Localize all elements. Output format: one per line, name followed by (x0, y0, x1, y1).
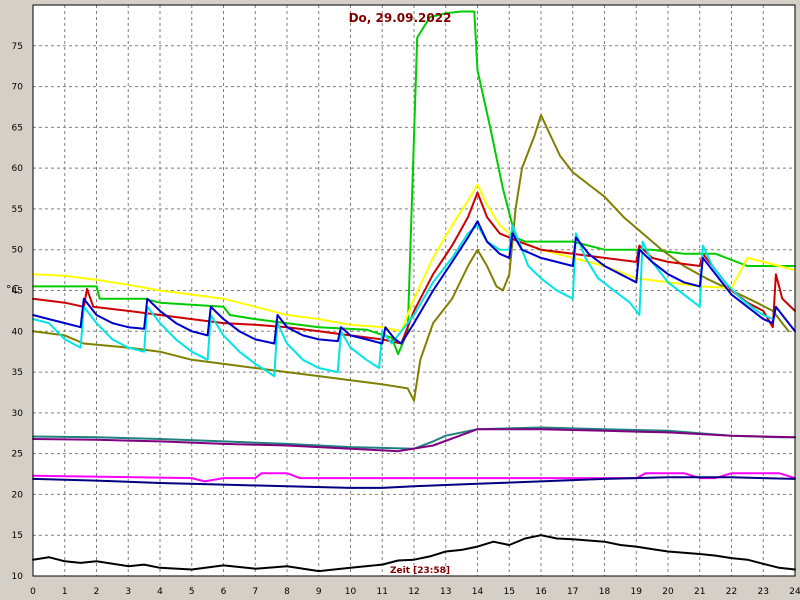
x-tick-label: 10 (345, 587, 357, 597)
x-tick-label: 15 (504, 587, 515, 597)
x-tick-label: 2 (94, 587, 100, 597)
y-tick-label: 20 (12, 490, 24, 500)
x-tick-label: 0 (30, 587, 36, 597)
chart-title: Do, 29.09.2022 (349, 11, 452, 25)
x-tick-label: 9 (316, 587, 322, 597)
x-tick-label: 22 (726, 587, 737, 597)
y-tick-label: 10 (12, 572, 24, 582)
x-tick-label: 14 (472, 587, 484, 597)
y-tick-label: 70 (12, 83, 24, 93)
y-tick-label: 60 (12, 164, 24, 174)
x-tick-label: 20 (662, 587, 674, 597)
y-tick-label: 65 (12, 123, 23, 133)
x-tick-label: 24 (789, 587, 800, 597)
x-tick-label: 11 (377, 587, 388, 597)
x-tick-label: 19 (631, 587, 643, 597)
x-tick-label: 6 (221, 587, 227, 597)
y-tick-label: 75 (12, 42, 23, 52)
x-tick-label: 17 (567, 587, 578, 597)
x-tick-label: 5 (189, 587, 195, 597)
y-tick-label: 50 (12, 246, 24, 256)
y-tick-label: 35 (12, 368, 23, 378)
x-tick-label: 3 (125, 587, 131, 597)
y-tick-label: 30 (12, 409, 24, 419)
x-tick-label: 7 (252, 587, 258, 597)
y-tick-label: 15 (12, 531, 23, 541)
y-tick-label: 25 (12, 450, 23, 460)
line-chart: 0 1 2 3 4 5 6 7 8 9 10 11 12 13 14 15 16 17 18 19 20 21 22 23 24… (6, 4, 800, 597)
x-tick-label: 1 (62, 587, 68, 597)
x-tick-label: 18 (599, 587, 611, 597)
y-tick-label: 40 (12, 327, 24, 337)
y-tick-label: 55 (12, 205, 23, 215)
x-tick-label: 12 (408, 587, 419, 597)
chart-window: 0 1 2 3 4 5 6 7 8 9 10 11 12 13 14 15 16 17 18 19 20 21 22 23 24… (0, 0, 800, 600)
x-tick-label: 13 (440, 587, 451, 597)
y-axis-label: °C (6, 283, 20, 296)
x-axis-label: Zeit [23:58] (390, 566, 450, 576)
x-tick-label: 8 (284, 587, 290, 597)
x-tick-label: 4 (157, 587, 163, 597)
x-tick-label: 16 (535, 587, 547, 597)
x-tick-label: 23 (758, 587, 769, 597)
x-tick-label: 21 (694, 587, 705, 597)
